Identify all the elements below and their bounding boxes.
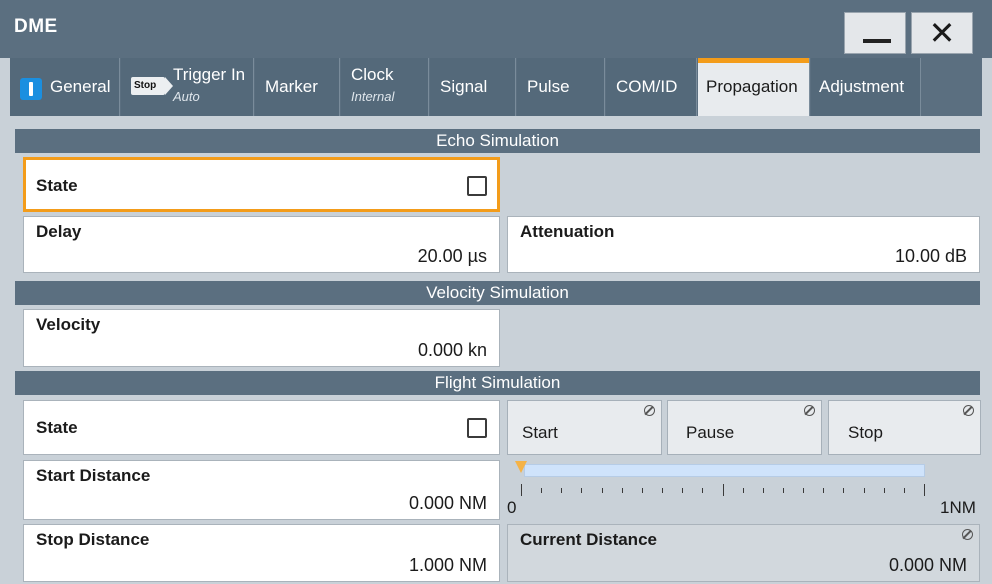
delay-value: 20.00 µs [417,246,487,266]
echo-state-label: State [36,176,78,195]
tab-marker[interactable]: Marker [255,58,340,116]
scale-tick [762,488,764,493]
start-button-label: Start [522,423,558,442]
current-distance-value: 0.000 NM [888,555,967,575]
tab-label: Clock [351,65,394,84]
flight-progress-bar [524,464,925,477]
scale-tick [702,488,704,493]
tab-general[interactable]: General [10,58,120,116]
scale-tick [521,484,522,496]
start-button[interactable]: Start [507,400,662,455]
block-icon [644,405,655,416]
stop-distance-label: Stop Distance [36,530,150,549]
stop-distance-value: 1.000 NM [408,555,487,575]
flight-simulation-header: Flight Simulation [15,371,980,395]
scale-tick [722,484,724,496]
scale-tick [601,488,603,493]
start-distance-field[interactable]: Start Distance 0.000 NM [23,460,500,520]
scale-tick [641,488,643,493]
stop-button-label: Stop [848,423,883,442]
block-icon [804,405,815,416]
flight-progress-marker [515,461,527,473]
tab-signal[interactable]: Signal [430,58,516,116]
info-icon [20,78,42,100]
tab-sublabel: Internal [351,89,395,104]
scale-tick [682,488,684,493]
scale-min-label: 0 [507,498,517,517]
minimize-button[interactable] [844,12,906,54]
attenuation-value: 10.00 dB [894,246,967,266]
flight-state-label: State [36,418,78,437]
delay-field[interactable]: Delay 20.00 µs [23,216,500,273]
flight-state-field[interactable]: State [23,400,500,455]
scale-tick [863,488,865,493]
tab-com-id[interactable]: COM/ID [606,58,697,116]
stop-distance-field[interactable]: Stop Distance 1.000 NM [23,524,500,582]
tab-label: Marker [265,77,318,96]
tab-label: Trigger In [173,65,246,84]
current-distance-field: Current Distance 0.000 NM [507,524,980,582]
tab-sublabel: Auto [173,89,200,104]
scale-tick [843,488,845,493]
scale-tick [662,488,664,493]
scale-tick [621,488,623,493]
attenuation-label: Attenuation [520,222,615,241]
echo-state-checkbox[interactable] [467,176,487,196]
echo-simulation-header: Echo Simulation [15,129,980,153]
tab-strip: General Stop Trigger In Auto Marker Cloc… [10,58,982,116]
start-distance-value: 0.000 NM [408,493,487,513]
scale-tick [823,488,825,493]
scale-tick [561,488,563,493]
tab-pulse[interactable]: Pulse [517,58,605,116]
tab-clock[interactable]: Clock Internal [341,58,429,116]
velocity-simulation-header: Velocity Simulation [15,281,980,305]
tab-label: Signal [440,77,488,96]
velocity-value: 0.000 kn [417,340,487,360]
tab-label: Adjustment [819,77,905,96]
flight-state-checkbox[interactable] [467,418,487,438]
start-distance-label: Start Distance [36,466,151,485]
velocity-field[interactable]: Velocity 0.000 kn [23,309,500,367]
velocity-label: Velocity [36,315,101,334]
scale-tick [803,488,805,493]
scale-tick [581,488,583,493]
attenuation-field[interactable]: Attenuation 10.00 dB [507,216,980,273]
block-icon [963,405,974,416]
scale-tick [782,488,784,493]
scale-tick [883,488,885,493]
close-button[interactable]: ✕ [911,12,973,54]
tab-label: COM/ID [616,77,678,96]
stop-button[interactable]: Stop [828,400,981,455]
tab-adjustment[interactable]: Adjustment [811,58,921,116]
block-icon [962,529,973,540]
pause-button[interactable]: Pause [667,400,822,455]
window-title: DME [14,16,58,37]
tab-label: General [50,77,111,96]
close-icon: ✕ [928,14,956,52]
scale-tick [742,488,744,493]
echo-state-field[interactable]: State [23,157,500,212]
minimize-icon [863,39,891,43]
active-tab-indicator [698,58,809,63]
scale-tick [903,488,905,493]
tab-label: Propagation [706,77,798,96]
delay-label: Delay [36,222,82,241]
pause-button-label: Pause [686,423,735,442]
scale-tick [541,488,543,493]
tab-label: Pulse [527,77,570,96]
current-distance-label: Current Distance [520,530,657,549]
scale-tick [924,484,925,496]
scale-max-label: 1NM [940,498,976,517]
stop-icon: Stop [131,77,173,95]
title-bar: DME ✕ [0,0,992,58]
tab-trigger-in[interactable]: Stop Trigger In Auto [121,58,254,116]
tab-propagation[interactable]: Propagation [698,58,810,116]
